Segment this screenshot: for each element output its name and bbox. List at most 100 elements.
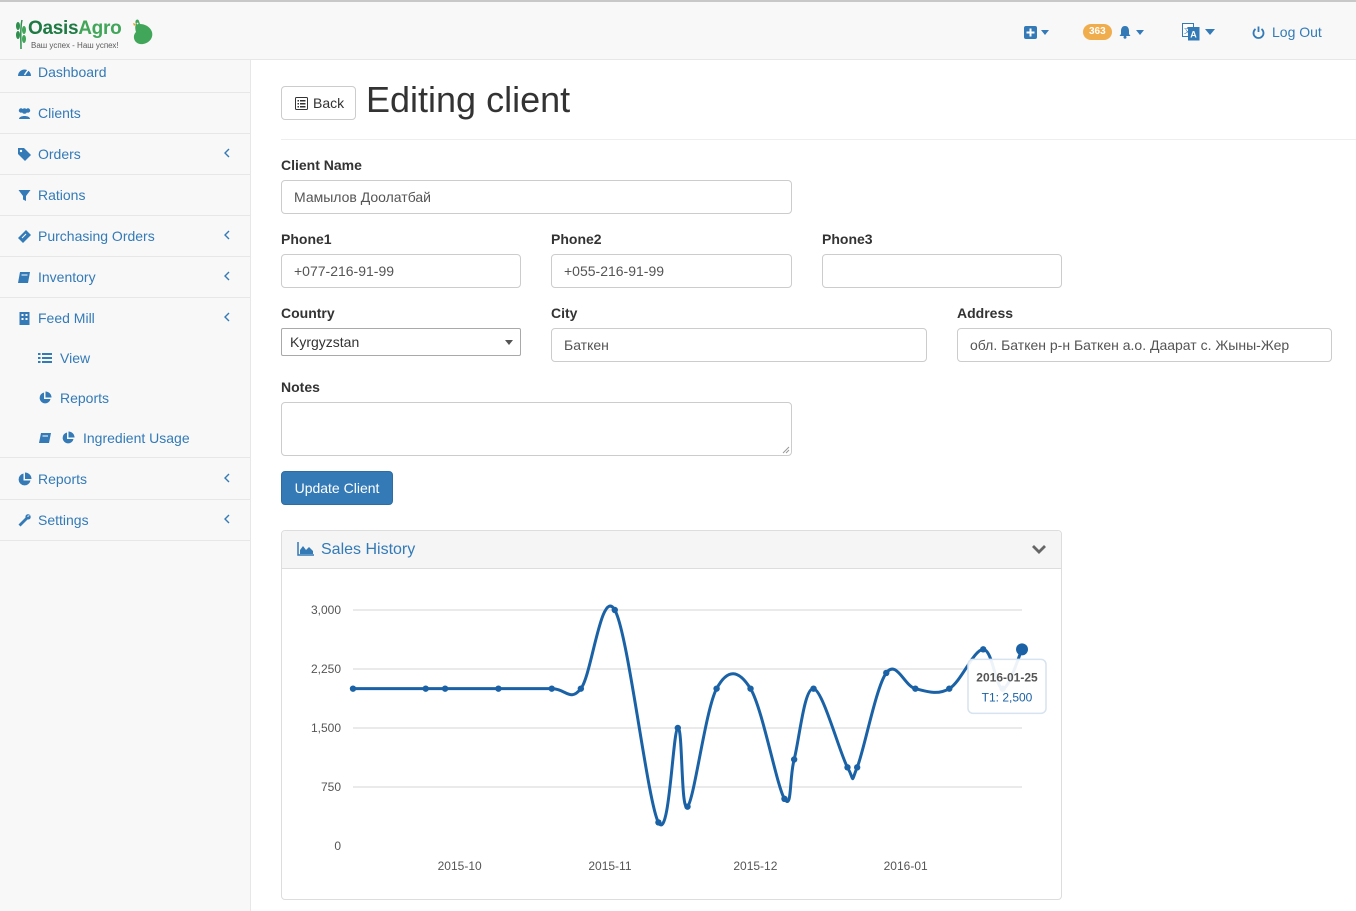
update-client-button[interactable]: Update Client: [281, 471, 393, 505]
data-point: [441, 685, 449, 692]
dashboard-icon: [18, 69, 31, 76]
phone2-label: Phone2: [551, 231, 602, 247]
language-dropdown[interactable]: A文: [1182, 22, 1215, 42]
address-input[interactable]: обл. Баткен р-н Баткен а.о. Даарат с. Жы…: [957, 328, 1332, 362]
x-tick-label: 2015-12: [733, 859, 777, 873]
sidebar-item-label: Reports: [38, 471, 88, 487]
sidebar-item-inventory[interactable]: Inventory: [0, 257, 250, 298]
y-tick-label: 0: [334, 839, 341, 853]
back-button-label: Back: [313, 95, 345, 111]
ticket-icon: [18, 230, 31, 243]
sidebar-item-clients[interactable]: Clients: [0, 93, 250, 134]
chevron-left-icon: [224, 514, 230, 524]
notes-textarea[interactable]: [281, 402, 792, 456]
top-navbar: OasisAgro Ваш успех - Наш успех! 363 A文 …: [0, 0, 1356, 60]
plus-square-icon: [1024, 25, 1037, 39]
wheat-icon: [16, 19, 26, 50]
y-tick-label: 2,250: [311, 662, 341, 676]
power-icon: [1252, 26, 1265, 39]
pie-chart-icon: [18, 472, 32, 486]
data-point: [883, 669, 890, 677]
x-tick-label: 2016-01: [884, 859, 928, 873]
phone1-input[interactable]: +077-216-91-99: [281, 254, 521, 288]
sidebar-item-label: Orders: [38, 146, 81, 162]
city-label: City: [551, 305, 578, 321]
pie-chart-icon: [62, 431, 75, 444]
resize-handle-icon[interactable]: [782, 446, 790, 454]
area-chart-icon: [297, 542, 314, 556]
hen-icon: [133, 19, 153, 45]
sidebar-subitem-ingredient-usage[interactable]: Ingredient Usage: [0, 418, 250, 458]
country-selected-value: Kyrgyzstan: [290, 334, 360, 350]
chevron-left-icon: [224, 312, 230, 322]
client-name-input[interactable]: Мамылов Доолатбай: [281, 180, 792, 214]
tooltip-date: 2016-01-25: [976, 670, 1038, 684]
series-t1-line: [352, 604, 1024, 827]
sidebar-item-feed-mill[interactable]: Feed Mill: [0, 298, 250, 339]
sidebar-item-label: Dashboard: [38, 64, 107, 80]
sidebar-item-purchasing-orders[interactable]: Purchasing Orders: [0, 216, 250, 257]
translate-icon: A文: [1182, 23, 1200, 41]
chevron-down-icon[interactable]: [1031, 543, 1047, 555]
list-icon: [38, 353, 52, 363]
sidebar-item-orders[interactable]: Orders: [0, 134, 250, 175]
sidebar-item-dashboard[interactable]: Dashboard: [0, 52, 250, 93]
logout-label: Log Out: [1272, 24, 1322, 40]
data-point: [980, 646, 987, 653]
chevron-left-icon: [224, 271, 230, 281]
svg-text:文: 文: [1184, 26, 1191, 35]
sales-history-header[interactable]: Sales History: [282, 531, 1061, 569]
sidebar-item-rations[interactable]: Rations: [0, 175, 250, 216]
phone3-input[interactable]: [822, 254, 1062, 288]
users-icon: [18, 108, 31, 119]
data-point: [422, 685, 429, 692]
chevron-left-icon: [224, 230, 230, 240]
country-select[interactable]: Kyrgyzstan: [281, 328, 521, 356]
city-input[interactable]: Баткен: [551, 328, 927, 362]
data-point: [495, 685, 502, 692]
sidebar-item-label: Inventory: [38, 269, 96, 285]
back-button[interactable]: Back: [281, 86, 356, 120]
building-icon: [19, 312, 30, 325]
data-point: [674, 724, 682, 732]
sales-history-title: Sales History: [321, 541, 416, 558]
add-new-dropdown[interactable]: [1024, 22, 1049, 42]
brand-name-part1: Oasis: [28, 18, 79, 39]
tags-icon: [18, 148, 31, 161]
wrench-icon: [18, 514, 31, 527]
sidebar-item-reports[interactable]: Reports: [0, 459, 250, 500]
x-tick-label: 2015-10: [438, 859, 482, 873]
tooltip-box: [967, 658, 1047, 715]
sales-history-chart: 0 750 1,500 2,250 3,000 2015-10 2015-11 2015-1…: [311, 603, 1047, 873]
sidebar-subitem-reports[interactable]: Reports: [0, 378, 250, 418]
phone1-label: Phone1: [281, 231, 332, 247]
notifications-dropdown[interactable]: 363: [1083, 22, 1144, 42]
page-title: Editing client: [366, 79, 571, 120]
brand-slogan: Ваш успех - Наш успех!: [31, 41, 119, 50]
sidebar-item-label: Clients: [38, 105, 81, 121]
data-point: [747, 685, 754, 692]
chevron-left-icon: [224, 473, 230, 483]
sidebar-item-settings[interactable]: Settings: [0, 500, 250, 541]
sidebar-item-label: Rations: [38, 187, 86, 203]
data-point: [349, 685, 357, 692]
chevron-down-icon: [1135, 29, 1144, 35]
data-point: [684, 803, 691, 810]
y-tick-label: 1,500: [311, 721, 341, 735]
brand-logo[interactable]: OasisAgro Ваш успех - Наш успех!: [14, 16, 154, 56]
data-point: [548, 685, 555, 692]
pie-chart-icon: [39, 391, 52, 404]
list-alt-icon: [295, 96, 308, 110]
highlighted-data-point: [1016, 643, 1028, 656]
data-point: [611, 606, 618, 614]
chart-tooltip: 2016-01-25 T1: 2,500: [967, 658, 1047, 715]
sales-history-panel: Sales History 0 750 1,500 2,250 3,000 2015-1…: [281, 530, 1062, 900]
sidebar-subitem-label: Reports: [60, 390, 110, 406]
data-point: [713, 685, 720, 692]
client-name-label: Client Name: [281, 157, 362, 173]
book-icon: [18, 272, 30, 283]
logout-link[interactable]: Log Out: [1252, 22, 1322, 42]
sidebar-subitem-view[interactable]: View: [0, 338, 250, 378]
x-tick-label: 2015-11: [588, 859, 631, 873]
phone2-input[interactable]: +055-216-91-99: [551, 254, 792, 288]
